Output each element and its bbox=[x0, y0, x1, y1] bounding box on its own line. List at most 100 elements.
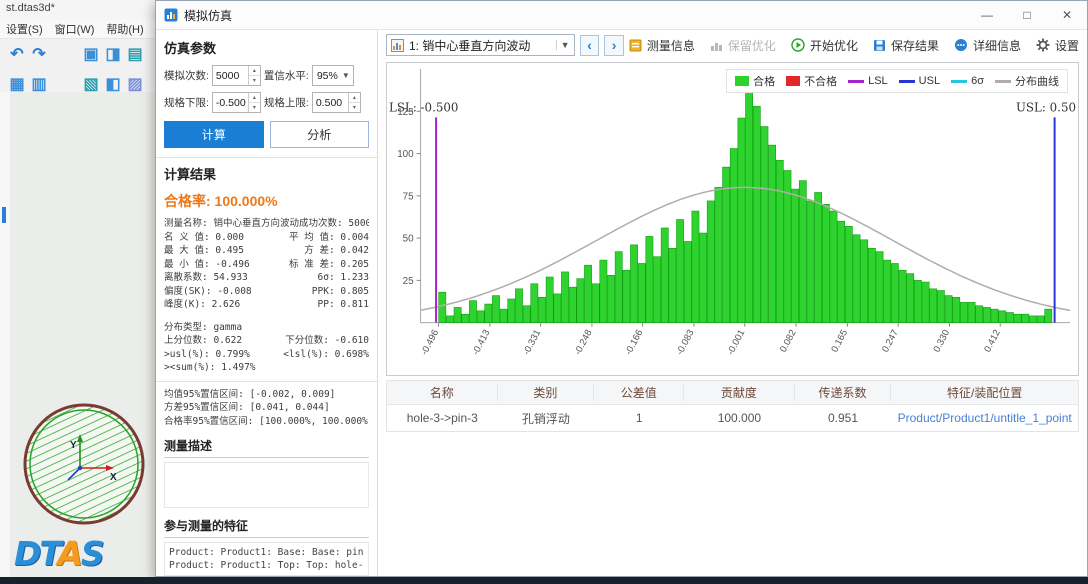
menu-settings[interactable]: 设置(S) bbox=[6, 21, 43, 38]
legend-item: 合格 bbox=[735, 73, 775, 89]
svg-text:100: 100 bbox=[397, 149, 414, 160]
histogram-bar bbox=[1036, 315, 1045, 323]
sim-count-stepper[interactable]: 5000 ▴ ▾ bbox=[211, 65, 261, 86]
redo-icon[interactable]: ↷ bbox=[28, 43, 50, 65]
spin-down-icon[interactable]: ▾ bbox=[249, 103, 260, 112]
measurement-select[interactable]: 1: 销中心垂直方向波动 ▼ bbox=[386, 34, 575, 56]
svg-text:-0.248: -0.248 bbox=[572, 328, 594, 357]
dtas-logo: DTAS bbox=[14, 534, 105, 573]
confidence-select[interactable]: 95% ▼ bbox=[311, 65, 354, 86]
histogram-bar bbox=[1044, 308, 1053, 323]
legend-label: 合格 bbox=[753, 76, 776, 88]
histogram-bar bbox=[630, 244, 638, 323]
stat-right: PP: 0.811 bbox=[317, 299, 369, 310]
save-results-button[interactable]: 保存结果 bbox=[873, 37, 939, 54]
stat-left: ><sum(%): 1.497% bbox=[164, 362, 256, 373]
histogram-bar bbox=[921, 281, 930, 323]
histogram-bar bbox=[507, 298, 516, 323]
start-optimize-button[interactable]: 开始优化 bbox=[791, 37, 858, 54]
feature-line: Product: Product1: Top: Top: hole-3 bbox=[169, 560, 364, 571]
spin-up-icon[interactable]: ▴ bbox=[348, 93, 360, 103]
svg-text:-0.496: -0.496 bbox=[419, 328, 441, 357]
menu-window[interactable]: 窗口(W) bbox=[55, 21, 95, 38]
legend-label: 6σ bbox=[971, 75, 984, 87]
feature-link[interactable]: Product/Product1/untitle_1_point bbox=[891, 411, 1078, 425]
retain-optimize-button[interactable]: 保留优化 bbox=[710, 37, 776, 54]
split-view-icon[interactable]: ◨ bbox=[102, 43, 124, 65]
histogram-bar bbox=[683, 241, 692, 323]
save-view-icon[interactable]: ▤ bbox=[124, 43, 146, 65]
histogram-bar bbox=[722, 166, 730, 323]
param-row-1: 模拟次数: 5000 ▴ ▾ 置信水平: 95% ▼ bbox=[164, 65, 369, 86]
confidence-interval-line: 均值95%置信区间: [-0.002, 0.009] bbox=[164, 388, 336, 400]
prev-measure-button[interactable]: ‹ bbox=[579, 34, 600, 56]
undo-icon[interactable]: ↶ bbox=[6, 43, 28, 65]
sim-count-value[interactable]: 5000 bbox=[213, 66, 248, 85]
confidence-value: 95% bbox=[316, 69, 338, 82]
stat-row: 峰度(K): 2.626 PP: 0.811 bbox=[164, 298, 369, 312]
spec-lower-stepper[interactable]: -0.500 ▴ ▾ bbox=[211, 92, 261, 113]
sim-count-label: 模拟次数: bbox=[164, 70, 209, 82]
cad-viewport[interactable]: Y X DTAS bbox=[10, 92, 160, 577]
svg-text:-0.166: -0.166 bbox=[623, 328, 645, 357]
histogram-bar bbox=[653, 256, 661, 323]
minimize-button[interactable]: — bbox=[967, 1, 1007, 29]
measure-info-button[interactable]: 测量信息 bbox=[629, 37, 695, 54]
bar-chart-icon bbox=[710, 42, 722, 51]
save-results-label: 保存结果 bbox=[890, 38, 939, 53]
detail-info-button[interactable]: 详细信息 bbox=[954, 37, 1021, 54]
settings-button[interactable]: 设置 bbox=[1036, 37, 1079, 54]
histogram-bar bbox=[645, 236, 654, 323]
spec-upper-stepper[interactable]: 0.500 ▴ ▾ bbox=[311, 92, 361, 113]
histogram-bar bbox=[668, 247, 677, 323]
stat-row: 偏度(SK): -0.008 PPK: 0.805 bbox=[164, 285, 369, 299]
histogram-bar bbox=[538, 297, 546, 323]
stat-row: 最 大 值: 0.495 方 差: 0.042 bbox=[164, 244, 369, 258]
stat-left: 离散系数: 54.933 bbox=[164, 272, 248, 283]
spin-down-icon[interactable]: ▾ bbox=[349, 103, 360, 112]
calculate-button[interactable]: 计算 bbox=[164, 121, 264, 148]
description-box[interactable] bbox=[164, 462, 369, 508]
spin-up-icon[interactable]: ▴ bbox=[248, 66, 260, 76]
dialog-titlebar[interactable]: 模拟仿真 — □ ✕ bbox=[156, 1, 1087, 30]
spec-lower-spin-buttons[interactable]: ▴ ▾ bbox=[247, 93, 260, 112]
confidence-label: 置信水平: bbox=[263, 70, 309, 82]
divider bbox=[156, 380, 377, 382]
spec-upper-value[interactable]: 0.500 bbox=[313, 93, 348, 112]
stat-row: 离散系数: 54.933 6σ: 1.233 bbox=[164, 271, 369, 285]
histogram-bar bbox=[469, 300, 477, 323]
histogram-bar bbox=[714, 187, 723, 323]
table-cell: 0.951 bbox=[828, 411, 859, 425]
histogram-bar bbox=[975, 305, 984, 323]
histogram-bar bbox=[545, 276, 554, 323]
next-measure-button[interactable]: › bbox=[604, 34, 624, 56]
histogram-bar bbox=[484, 303, 493, 323]
strip-selection-mark bbox=[2, 207, 6, 223]
histogram-bar bbox=[752, 105, 761, 323]
spec-lower-value[interactable]: -0.500 bbox=[213, 93, 248, 112]
spin-up-icon[interactable]: ▴ bbox=[248, 93, 260, 103]
histogram-bar bbox=[937, 290, 945, 323]
pass-rate: 合格率: 100.000% bbox=[164, 193, 278, 209]
sim-count-spin-buttons[interactable]: ▴ ▾ bbox=[247, 66, 260, 85]
stat-row: 上分位数: 0.622 下分位数: -0.610 bbox=[164, 334, 369, 348]
不合格-swatch bbox=[786, 76, 801, 86]
histogram-bar bbox=[760, 126, 769, 323]
maximize-button[interactable]: □ bbox=[1007, 1, 1047, 29]
menu-help[interactable]: 帮助(H) bbox=[106, 21, 143, 38]
table-row: hole-3->pin-3 孔销浮动 1 100.000 0.951 Product/Pr… bbox=[387, 405, 1078, 431]
axis-y-label: Y bbox=[70, 440, 77, 451]
stat-right: 下分位数: -0.610 bbox=[285, 335, 369, 346]
close-button[interactable]: ✕ bbox=[1047, 1, 1087, 29]
analyze-button[interactable]: 分析 bbox=[269, 121, 369, 148]
histogram-bar bbox=[737, 117, 746, 323]
histogram-bar bbox=[983, 307, 991, 323]
svg-text:-0.001: -0.001 bbox=[725, 328, 747, 357]
spin-down-icon[interactable]: ▾ bbox=[249, 76, 260, 85]
clipboard-icon bbox=[629, 39, 642, 51]
window-layout-icon[interactable]: ▣ bbox=[80, 43, 102, 65]
histogram-bar bbox=[453, 307, 462, 323]
spec-upper-spin-buttons[interactable]: ▴ ▾ bbox=[347, 93, 360, 112]
svg-text:75: 75 bbox=[403, 191, 414, 202]
histogram-bar bbox=[775, 160, 784, 323]
